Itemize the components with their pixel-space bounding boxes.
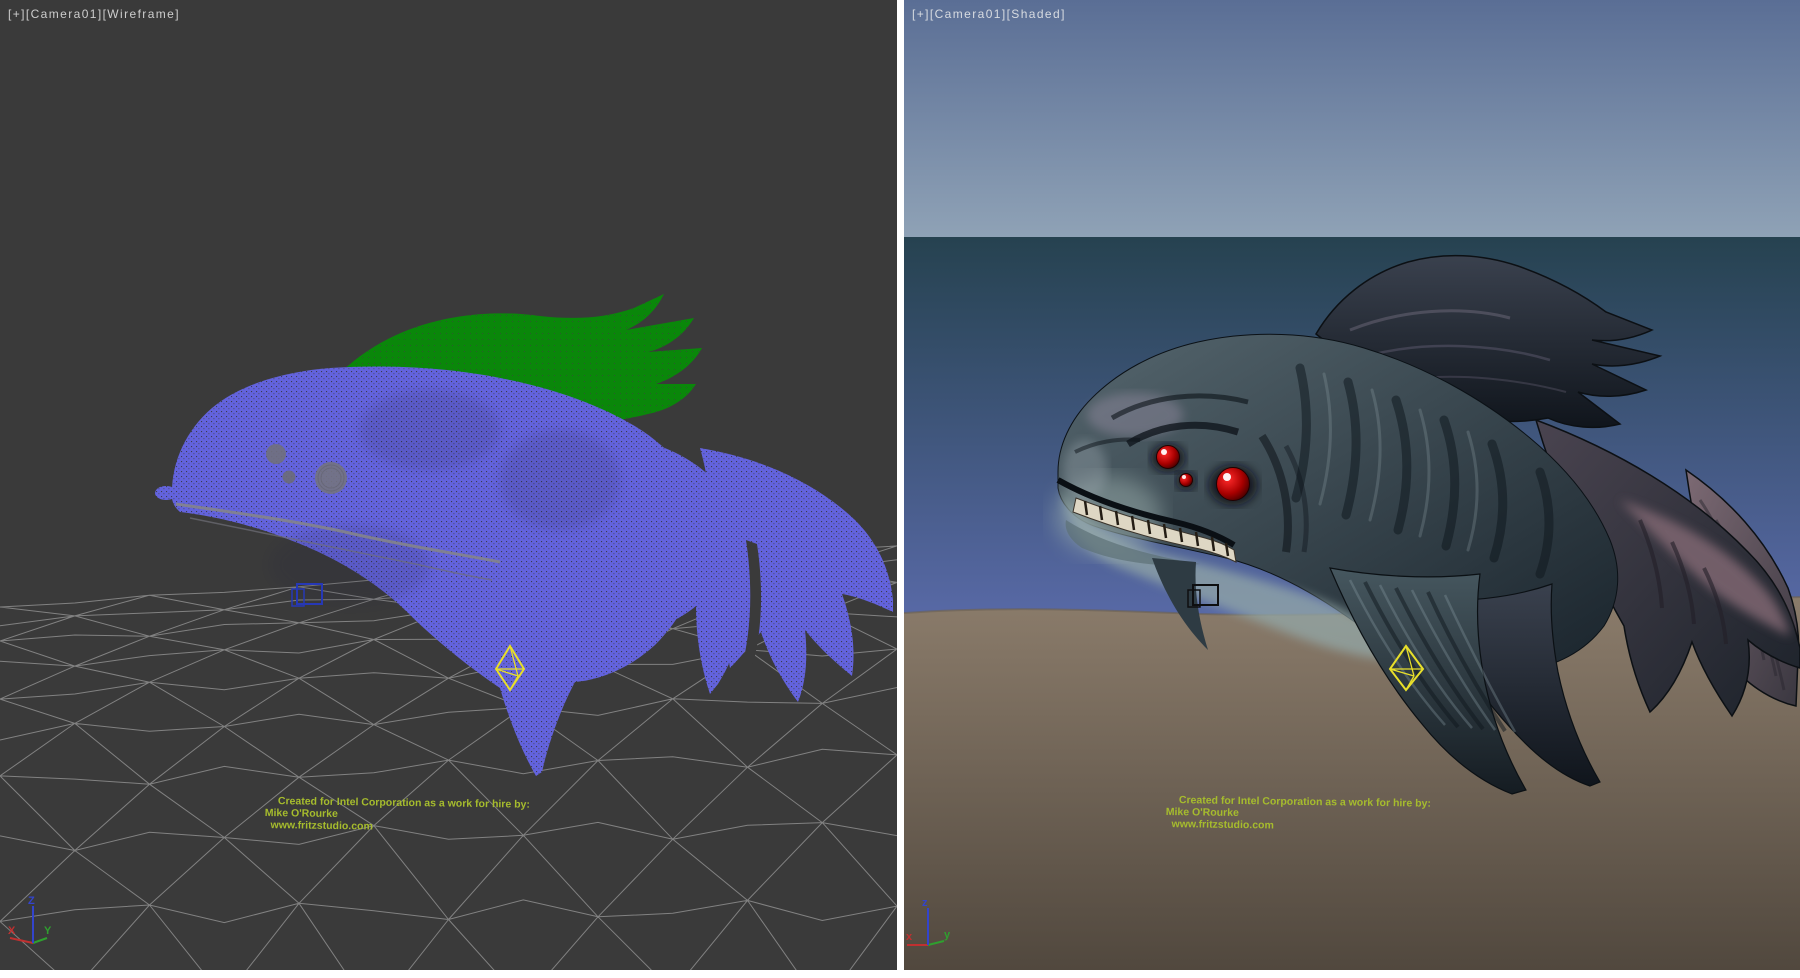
viewport-divider[interactable]	[897, 0, 904, 978]
fish-model-wireframe[interactable]	[155, 294, 893, 776]
axis-y-label: Y	[44, 925, 52, 937]
bottom-border	[0, 970, 1800, 978]
sky	[904, 0, 1800, 237]
viewport-split-view: [+][Camera01][Wireframe]	[0, 0, 1800, 978]
axis-x-label: X	[8, 925, 16, 937]
viewport-label-wireframe[interactable]: [+][Camera01][Wireframe]	[8, 7, 180, 21]
axis-z-label: z	[922, 897, 928, 909]
attribution-text: Created for Intel Corporation as a work …	[1165, 794, 1431, 834]
viewport-shaded[interactable]: [+][Camera01][Shaded]	[904, 0, 1800, 970]
fish-lip	[155, 486, 177, 500]
axis-x-label: x	[906, 931, 913, 943]
axis-z-label: Z	[28, 895, 35, 907]
axis-y-label: y	[944, 929, 951, 941]
viewport-label-shaded[interactable]: [+][Camera01][Shaded]	[912, 7, 1066, 21]
viewport-wireframe[interactable]: [+][Camera01][Wireframe]	[0, 0, 897, 970]
attribution-text: Created for Intel Corporation as a work …	[264, 795, 530, 835]
